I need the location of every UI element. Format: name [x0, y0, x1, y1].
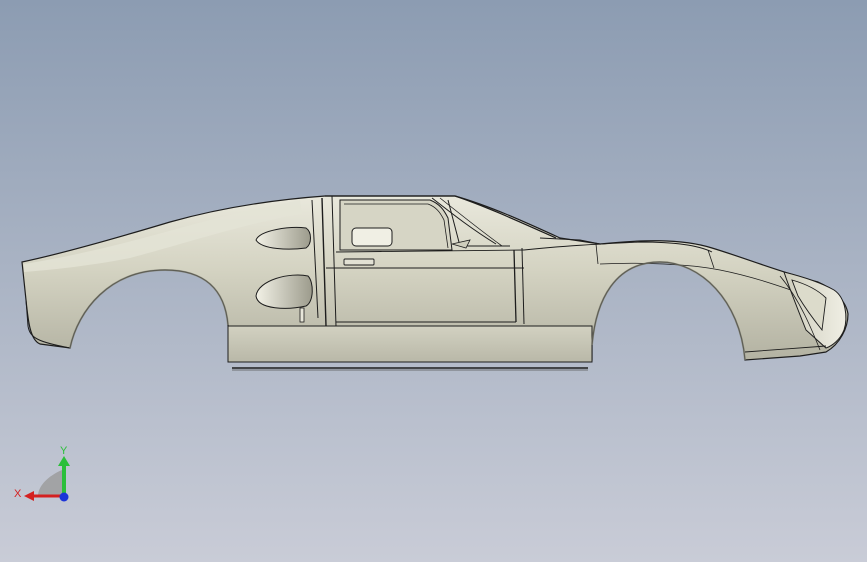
axis-triad: Y X: [14, 445, 70, 502]
triad-plane: [38, 470, 64, 496]
car-body-model[interactable]: [0, 0, 867, 562]
y-axis-arrow-icon: [58, 456, 70, 466]
x-axis-label: X: [14, 488, 22, 500]
side-sill: [227, 325, 593, 363]
door-window-inset: [351, 227, 393, 247]
y-axis-label: Y: [60, 445, 68, 457]
z-axis-dot-icon: [59, 492, 69, 502]
door-handle: [343, 258, 375, 266]
fuel-flap: [299, 307, 305, 323]
3d-viewport[interactable]: Y X: [0, 0, 867, 562]
x-axis-arrow-icon: [24, 491, 34, 501]
